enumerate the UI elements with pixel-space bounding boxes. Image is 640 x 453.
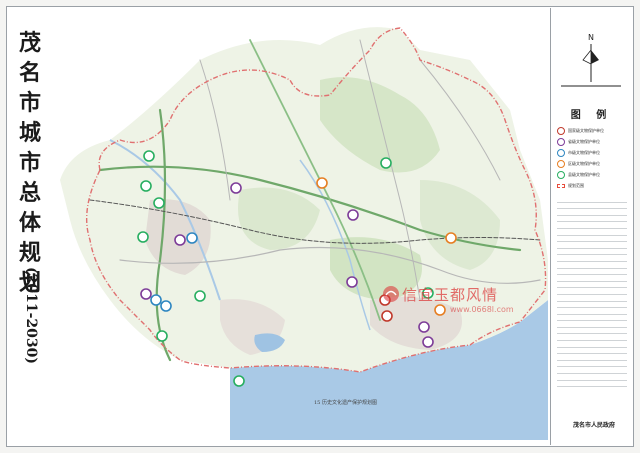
city-site-marker <box>186 232 198 244</box>
compass-letter: N <box>588 33 594 42</box>
circle-icon <box>557 171 565 179</box>
legend-item-boundary: 规划范围 <box>557 181 629 191</box>
table-row <box>557 236 627 243</box>
table-row <box>557 275 627 282</box>
table-row <box>557 348 627 355</box>
county-site-marker <box>153 197 165 209</box>
provincial-site-marker <box>346 276 358 288</box>
compass-icon: N <box>561 33 621 87</box>
title-char: 体 <box>18 210 41 236</box>
legend-label: 规划范围 <box>568 183 584 188</box>
county-site-marker <box>143 150 155 162</box>
watermark-url: www.0668l.com <box>450 305 514 314</box>
county-site-marker <box>233 375 245 387</box>
legend-label: 市级文物保护单位 <box>568 150 600 155</box>
title-char: 规 <box>18 240 41 266</box>
legend-item-district: 区级文物保护单位 <box>557 159 629 169</box>
table-row <box>557 216 627 223</box>
table-row <box>557 334 627 342</box>
city-site-marker <box>150 294 162 306</box>
county-site-marker <box>156 330 168 342</box>
legend-item-provincial: 省级文物保护单位 <box>557 137 629 147</box>
map-sheet: 茂 名 市 城 市 总 体 规 划 (2011-2030) N 图 例 国家级文… <box>0 0 640 453</box>
table-row <box>557 354 627 361</box>
boundary-line-icon <box>557 184 565 188</box>
provincial-site-marker <box>347 209 359 221</box>
title-char: 茂 <box>18 30 41 56</box>
watermark: 信宜玉都风情 www.0668l.com <box>378 283 578 323</box>
legend-label: 省级文物保护单位 <box>568 139 600 144</box>
circle-icon <box>557 138 565 146</box>
table-row <box>557 328 627 335</box>
map-canvas <box>60 27 548 440</box>
table-row <box>557 341 627 348</box>
sheet-label: 15 历史文化遗产保护规划图 <box>314 400 377 406</box>
legend-item-city: 市级文物保护单位 <box>557 148 629 158</box>
city-site-marker <box>160 300 172 312</box>
provincial-site-marker <box>174 234 186 246</box>
table-row <box>557 203 627 210</box>
legend-label: 区级文物保护单位 <box>568 161 600 166</box>
district-site-marker <box>316 177 328 189</box>
table-row <box>557 381 627 388</box>
county-site-marker <box>137 231 149 243</box>
title-char: 市 <box>18 90 41 116</box>
table-row <box>557 209 627 216</box>
legend-label: 县级文物保护单位 <box>568 172 600 177</box>
table-row <box>557 222 627 229</box>
provincial-site-marker <box>422 336 434 348</box>
table-row <box>557 196 627 203</box>
legend-item-national: 国家级文物保护单位 <box>557 126 629 136</box>
table-row <box>557 262 627 269</box>
title-char: 城 <box>18 120 41 146</box>
table-row <box>557 255 627 262</box>
circle-icon <box>557 149 565 157</box>
circle-icon <box>557 127 565 135</box>
provincial-site-marker <box>140 288 152 300</box>
county-site-marker <box>194 290 206 302</box>
table-row <box>557 242 627 249</box>
title-char: 总 <box>18 180 41 206</box>
district-site-marker <box>445 232 457 244</box>
table-row <box>557 367 627 375</box>
county-site-marker <box>140 180 152 192</box>
title-char: 名 <box>18 60 41 86</box>
table-row <box>557 229 627 236</box>
circle-icon <box>557 160 565 168</box>
table-row <box>557 361 627 368</box>
title-char: 市 <box>18 150 41 176</box>
map-caption: 茂名市人民政府 <box>572 422 615 429</box>
county-site-marker <box>380 157 392 169</box>
legend-label: 国家级文物保护单位 <box>568 128 604 133</box>
legend-title: 图 例 <box>570 110 613 121</box>
provincial-site-marker <box>230 182 242 194</box>
table-row <box>557 249 627 256</box>
watermark-logo-icon <box>383 286 399 302</box>
table-row <box>557 269 627 276</box>
legend-panel: N 图 例 国家级文物保护单位 省级文物保护单位 市级文物保护单位 区级文物保护… <box>550 8 632 445</box>
provincial-site-marker <box>418 321 430 333</box>
watermark-text: 信宜玉都风情 <box>402 286 499 304</box>
table-row <box>557 374 627 381</box>
title-years: (2011-2030) <box>23 266 39 364</box>
legend-item-county: 县级文物保护单位 <box>557 170 629 180</box>
